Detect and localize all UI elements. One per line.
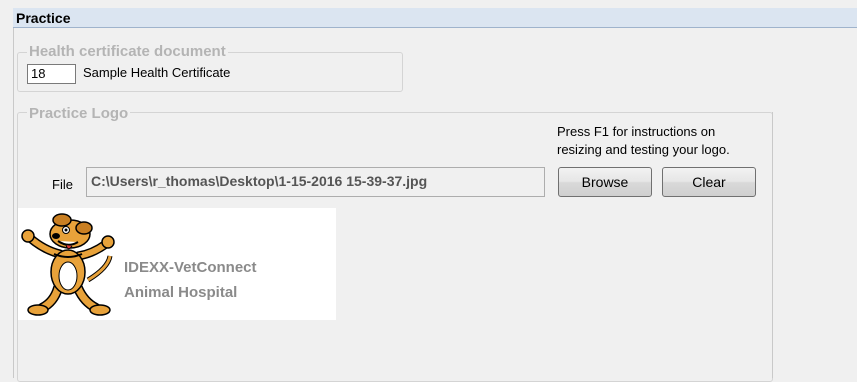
right-divider [772,112,773,378]
certificate-name-label: Sample Health Certificate [83,65,231,80]
instructions-line-1: Press F1 for instructions on [557,124,716,139]
logo-text-line-1: IDEXX-VetConnect [124,259,257,276]
file-label: File [52,177,73,192]
practice-logo-legend: Practice Logo [27,105,131,122]
file-path-field[interactable]: C:\Users\r_thomas\Desktop\1-15-2016 15-3… [86,167,545,197]
section-title: Practice [16,10,71,26]
section-title-bar: Practice [13,8,857,28]
logo-text-line-2: Animal Hospital [124,284,238,301]
clear-button[interactable]: Clear [662,167,756,197]
certificate-number-field[interactable]: 18 [27,64,76,84]
health-certificate-legend: Health certificate document [27,43,228,60]
browse-button[interactable]: Browse [558,167,652,197]
instructions-line-2: resizing and testing your logo. [557,142,730,157]
dog-mascot-icon [21,213,115,316]
logo-preview: IDEXX-VetConnect Animal Hospital [18,208,336,320]
